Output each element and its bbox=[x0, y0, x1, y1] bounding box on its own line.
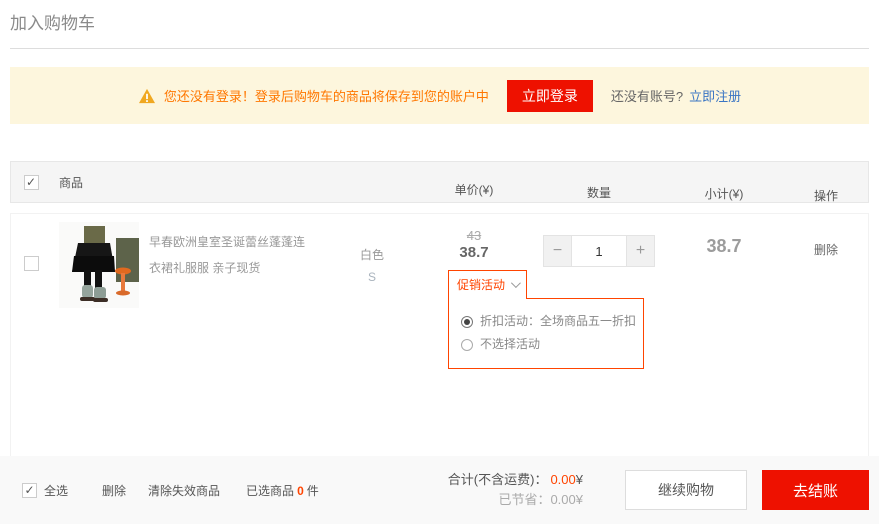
header-unit-price: 单价(¥) bbox=[414, 167, 534, 198]
promo-option-label: 折扣活动：全场商品五一折扣 bbox=[480, 310, 636, 333]
selected-prefix: 已选商品 bbox=[246, 484, 294, 498]
quantity-increase-button[interactable]: + bbox=[626, 235, 655, 267]
cart-item-row: 早春欧洲皇室圣诞蕾丝蓬蓬连衣裙礼服服 亲子现货 白色 S 43 38.7 促销活… bbox=[10, 213, 869, 463]
unit-price: 38.7 bbox=[414, 244, 534, 261]
item-checkbox-cell bbox=[11, 214, 51, 271]
original-price: 43 bbox=[414, 228, 534, 243]
unit-price-cell: 43 38.7 促销活动 折扣活动：全场商品五一折扣 bbox=[414, 214, 534, 298]
promo-option-none[interactable]: 不选择活动 bbox=[461, 333, 631, 356]
header-product: 商品 bbox=[51, 174, 414, 191]
product-color: 白色 bbox=[342, 246, 402, 263]
promo-option-label: 不选择活动 bbox=[480, 333, 540, 356]
header-subtotal: 小计(¥) bbox=[664, 163, 784, 202]
selected-suffix: 件 bbox=[307, 484, 319, 498]
promo-label: 促销活动 bbox=[457, 276, 505, 293]
warning-message-group: 您还没有登录！登录后购物车的商品将保存到您的账户中 bbox=[138, 86, 489, 105]
warning-triangle-icon bbox=[138, 88, 156, 104]
delete-selected-link[interactable]: 删除 bbox=[102, 482, 126, 499]
promo-dropdown: 促销活动 折扣活动：全场商品五一折扣 不选择活动 bbox=[448, 270, 527, 298]
promo-option-discount[interactable]: 折扣活动：全场商品五一折扣 bbox=[461, 310, 631, 333]
promo-panel: 折扣活动：全场商品五一折扣 不选择活动 bbox=[448, 298, 644, 369]
clear-invalid-link[interactable]: 清除失效商品 bbox=[148, 482, 220, 499]
select-all-label[interactable]: 全选 bbox=[44, 482, 68, 499]
register-link[interactable]: 立即注册 bbox=[689, 86, 741, 105]
total-line: 合计(不含运费)：0.00¥ bbox=[448, 470, 583, 490]
select-all-footer-checkbox[interactable] bbox=[22, 483, 37, 498]
selected-count: 0 bbox=[294, 484, 307, 498]
product-size: S bbox=[342, 270, 402, 284]
radio-selected-icon bbox=[461, 316, 473, 328]
currency-symbol: ¥ bbox=[576, 472, 583, 487]
header-quantity: 数量 bbox=[534, 163, 664, 201]
promo-toggle[interactable]: 促销活动 bbox=[448, 270, 527, 298]
selected-count-info: 已选商品0件 bbox=[246, 482, 319, 499]
footer-bar: 全选 删除 清除失效商品 已选商品0件 合计(不含运费)：0.00¥ 已节省：0… bbox=[0, 456, 879, 524]
saved-line: 已节省：0.00¥ bbox=[448, 490, 583, 510]
saved-value: 0.00¥ bbox=[550, 492, 583, 507]
no-account-text: 还没有账号? bbox=[611, 86, 683, 105]
action-cell: 删除 bbox=[784, 214, 868, 258]
page-title: 加入购物车 bbox=[0, 0, 879, 34]
delete-item-link[interactable]: 删除 bbox=[814, 243, 838, 257]
total-value: 0.00 bbox=[547, 472, 575, 487]
quantity-decrease-button[interactable]: − bbox=[543, 235, 572, 267]
warning-message: 您还没有登录！登录后购物车的商品将保存到您的账户中 bbox=[164, 86, 489, 105]
login-warning-banner: 您还没有登录！登录后购物车的商品将保存到您的账户中 立即登录 还没有账号? 立即… bbox=[10, 67, 869, 124]
header-checkbox-cell bbox=[11, 175, 51, 190]
header-action: 操作 bbox=[784, 160, 868, 204]
quantity-stepper: − + bbox=[543, 235, 655, 267]
divider bbox=[10, 48, 869, 49]
cart-page: 加入购物车 您还没有登录！登录后购物车的商品将保存到您的账户中 立即登录 还没有… bbox=[0, 0, 879, 524]
select-all-header-checkbox[interactable] bbox=[24, 175, 39, 190]
subtotal-cell: 38.7 bbox=[664, 214, 784, 257]
item-checkbox[interactable] bbox=[24, 256, 39, 271]
continue-shopping-button[interactable]: 继续购物 bbox=[625, 470, 747, 510]
checkout-button[interactable]: 去结账 bbox=[762, 470, 869, 510]
radio-unselected-icon bbox=[461, 339, 473, 351]
product-spec: 白色 S bbox=[342, 214, 402, 284]
saved-label: 已节省： bbox=[498, 492, 550, 507]
cart-table: 商品 单价(¥) 数量 小计(¥) 操作 bbox=[10, 161, 869, 463]
totals-block: 合计(不含运费)：0.00¥ 已节省：0.00¥ bbox=[448, 470, 583, 510]
login-button[interactable]: 立即登录 bbox=[507, 80, 593, 112]
item-subtotal: 38.7 bbox=[706, 236, 741, 256]
chevron-down-icon bbox=[511, 278, 521, 288]
quantity-input[interactable] bbox=[572, 235, 626, 267]
product-image[interactable] bbox=[59, 222, 139, 308]
total-label: 合计(不含运费)： bbox=[448, 472, 548, 487]
product-title[interactable]: 早春欧洲皇室圣诞蕾丝蓬蓬连衣裙礼服服 亲子现货 bbox=[149, 229, 311, 281]
product-cell: 早春欧洲皇室圣诞蕾丝蓬蓬连衣裙礼服服 亲子现货 白色 S bbox=[51, 214, 414, 308]
table-header-row: 商品 单价(¥) 数量 小计(¥) 操作 bbox=[10, 161, 869, 203]
quantity-cell: − + bbox=[534, 214, 664, 267]
